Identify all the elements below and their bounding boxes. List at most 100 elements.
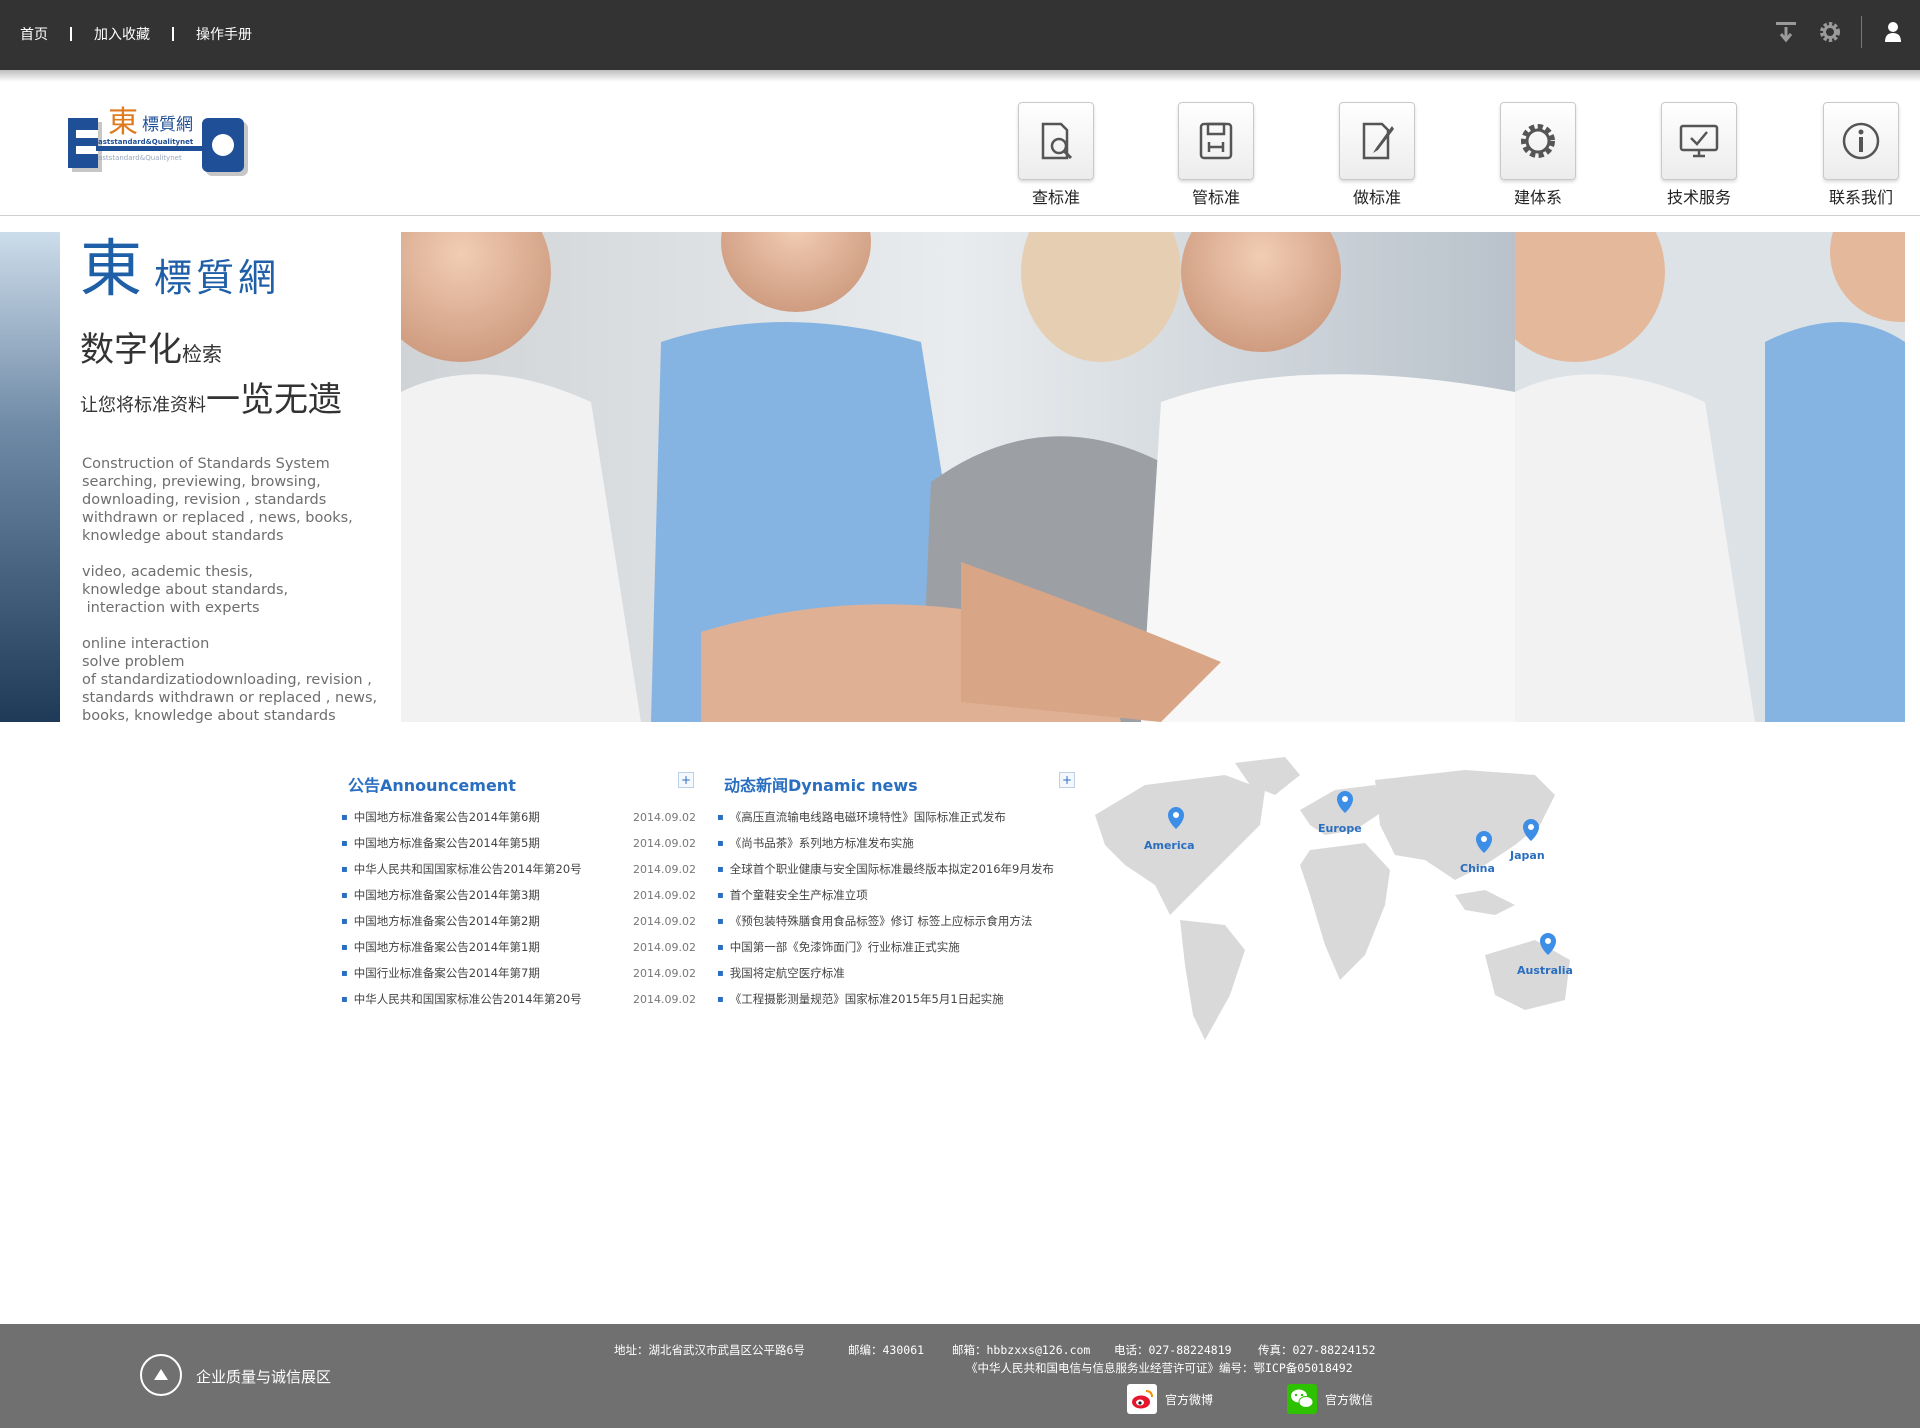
item-title: 中国行业标准备案公告2014年第7期 [353, 966, 540, 980]
search-document-icon [1041, 122, 1073, 160]
top-nav: 首页 加入收藏 操作手册 [20, 24, 252, 44]
wechat-label: 官方微信 [1325, 1392, 1374, 1407]
item-title: 《工程摄影测量规范》国家标准2015年5月1日起实施 [729, 992, 1004, 1006]
top-bar-shadow [0, 70, 1920, 82]
item-title: 中国第一部《免漆饰面门》行业标准正式实施 [729, 940, 960, 954]
news-title: 动态新闻Dynamic news [724, 776, 918, 795]
bullet-icon: ▪ [341, 837, 348, 849]
nav-manage-standards[interactable]: 管标准 [1171, 102, 1261, 208]
weibo-icon [1127, 1384, 1157, 1414]
list-item[interactable]: ▪ 我国将定航空医疗标准 [717, 960, 1077, 986]
item-title: 首个童鞋安全生产标准立项 [729, 888, 868, 902]
item-date: 2014.09.02 [633, 992, 696, 1006]
item-date: 2014.09.02 [633, 914, 696, 928]
item-title: 《预包装特殊膳食用食品标签》修订 标签上应标示食用方法 [729, 914, 1033, 928]
bullet-icon: ▪ [717, 811, 724, 823]
manual-link[interactable]: 操作手册 [196, 24, 252, 44]
footer-email: 邮箱：hbbzxxs@126.com [952, 1343, 1091, 1357]
teamwork-photo[interactable] [401, 232, 1515, 722]
item-date: 2014.09.02 [633, 810, 696, 824]
teamwork-photo-secondary[interactable] [1515, 232, 1905, 722]
bullet-icon: ▪ [717, 993, 724, 1005]
item-title: 中华人民共和国国家标准公告2014年第20号 [353, 862, 582, 876]
nav-tech-services[interactable]: 技术服务 [1654, 102, 1744, 208]
bullet-icon: ▪ [341, 915, 348, 927]
scroll-top-button[interactable] [140, 1354, 182, 1396]
nav-contact-us[interactable]: 联系我们 [1816, 102, 1906, 208]
announcement-more-button[interactable]: + [678, 772, 694, 788]
item-date: 2014.09.02 [633, 888, 696, 902]
footer-postcode: 邮编：430061 [848, 1343, 925, 1357]
list-item[interactable]: ▪ 全球首个职业健康与安全国际标准最终版本拟定2016年9月发布 [717, 856, 1077, 882]
list-item[interactable]: ▪ 中国地方标准备案公告2014年第6期 2014.09.02 [341, 804, 696, 830]
banner-description-2: video, academic thesis, knowledge about … [82, 564, 289, 616]
list-item[interactable]: ▪ 中国行业标准备案公告2014年第7期 2014.09.02 [341, 960, 696, 986]
site-logo[interactable]: 東 標質網 aststandard&Qualitynet aststandard… [66, 106, 256, 186]
nav-label: 做标准 [1352, 188, 1401, 207]
nav-icon-box [1823, 102, 1899, 180]
nav-make-standards[interactable]: 做标准 [1332, 102, 1422, 208]
list-item[interactable]: ▪ 中国地方标准备案公告2014年第1期 2014.09.02 [341, 934, 696, 960]
quality-showcase-link[interactable]: 企业质量与诚信展区 [196, 1366, 331, 1387]
tagline-1-big: 数字化 [80, 330, 182, 370]
banner-description-1: Construction of Standards System searchi… [82, 456, 353, 544]
item-title: 中国地方标准备案公告2014年第6期 [353, 810, 540, 824]
list-item[interactable]: ▪ 中国第一部《免漆饰面门》行业标准正式实施 [717, 934, 1077, 960]
nav-build-system[interactable]: 建体系 [1493, 102, 1583, 208]
list-item[interactable]: ▪ 《高压直流输电线路电磁环境特性》国际标准正式发布 [717, 804, 1077, 830]
nav-search-standards[interactable]: 查标准 [1011, 102, 1101, 208]
item-date: 2014.09.02 [633, 940, 696, 954]
svg-text:aststandard&Qualitynet: aststandard&Qualitynet [98, 154, 182, 162]
divider [172, 27, 174, 41]
announcement-list: ▪ 中国地方标准备案公告2014年第6期 2014.09.02 ▪ 中国地方标准备案公… [341, 804, 696, 1012]
wechat-link[interactable]: 官方微信 [1287, 1384, 1373, 1414]
list-item[interactable]: ▪ 中国地方标准备案公告2014年第5期 2014.09.02 [341, 830, 696, 856]
list-item[interactable]: ▪ 首个童鞋安全生产标准立项 [717, 882, 1077, 908]
list-item[interactable]: ▪ 中华人民共和国国家标准公告2014年第20号 2014.09.02 [341, 986, 696, 1012]
list-item[interactable]: ▪ 《预包装特殊膳食用食品标签》修订 标签上应标示食用方法 [717, 908, 1077, 934]
user-icon[interactable] [1880, 19, 1906, 45]
weibo-link[interactable]: 官方微博 [1127, 1384, 1213, 1414]
list-item[interactable]: ▪ 《工程摄影测量规范》国家标准2015年5月1日起实施 [717, 986, 1077, 1012]
item-title: 《尚书品茶》系列地方标准发布实施 [729, 836, 914, 850]
nav-label: 联系我们 [1828, 188, 1893, 207]
weibo-label: 官方微博 [1165, 1392, 1214, 1407]
world-map: America Europe China Japan Australia [1095, 757, 1573, 1040]
home-link[interactable]: 首页 [20, 24, 48, 44]
divider [70, 27, 72, 41]
triangle-up-icon [154, 1369, 168, 1380]
bullet-icon: ▪ [717, 889, 724, 901]
list-item[interactable]: ▪ 《尚书品茶》系列地方标准发布实施 [717, 830, 1077, 856]
list-item[interactable]: ▪ 中国地方标准备案公告2014年第2期 2014.09.02 [341, 908, 696, 934]
bullet-icon: ▪ [341, 863, 348, 875]
map-label: America [1144, 839, 1195, 852]
item-title: 全球首个职业健康与安全国际标准最终版本拟定2016年9月发布 [729, 862, 1054, 876]
site-header: 東 標質網 aststandard&Qualitynet aststandard… [0, 82, 1920, 216]
news-more-button[interactable]: + [1059, 772, 1075, 788]
nav-icon-box [1500, 102, 1576, 180]
nav-icon-box [1661, 102, 1737, 180]
gear-icon[interactable] [1817, 19, 1843, 45]
bullet-icon: ▪ [341, 941, 348, 953]
item-title: 我国将定航空医疗标准 [729, 966, 845, 980]
add-favorite-link[interactable]: 加入收藏 [94, 24, 150, 44]
item-title: 中国地方标准备案公告2014年第2期 [353, 914, 540, 928]
footer-fax: 传真：027-88224152 [1258, 1343, 1376, 1357]
tagline-1-small: 检索 [182, 342, 222, 366]
save-disk-icon [1199, 122, 1233, 160]
banner-tagline-2: 让您将标准资料一览无遗 [80, 372, 342, 421]
nav-label: 建体系 [1513, 188, 1562, 207]
item-title: 《高压直流输电线路电磁环境特性》国际标准正式发布 [729, 810, 1006, 824]
download-icon[interactable] [1773, 19, 1799, 45]
svg-text:aststandard&Qualitynet: aststandard&Qualitynet [98, 138, 194, 146]
footer-phone: 电话：027-88224819 [1114, 1343, 1232, 1357]
bullet-icon: ▪ [717, 863, 724, 875]
announcement-title: 公告Announcement [348, 776, 516, 795]
tagline-2-big: 一览无遗 [206, 380, 342, 420]
list-item[interactable]: ▪ 中国地方标准备案公告2014年第3期 2014.09.02 [341, 882, 696, 908]
banner-description-3: online interaction solve problem of stan… [82, 636, 378, 724]
item-date: 2014.09.02 [633, 836, 696, 850]
banner-tagline-1: 数字化检索 [80, 322, 222, 371]
bullet-icon: ▪ [341, 889, 348, 901]
list-item[interactable]: ▪ 中华人民共和国国家标准公告2014年第20号 2014.09.02 [341, 856, 696, 882]
